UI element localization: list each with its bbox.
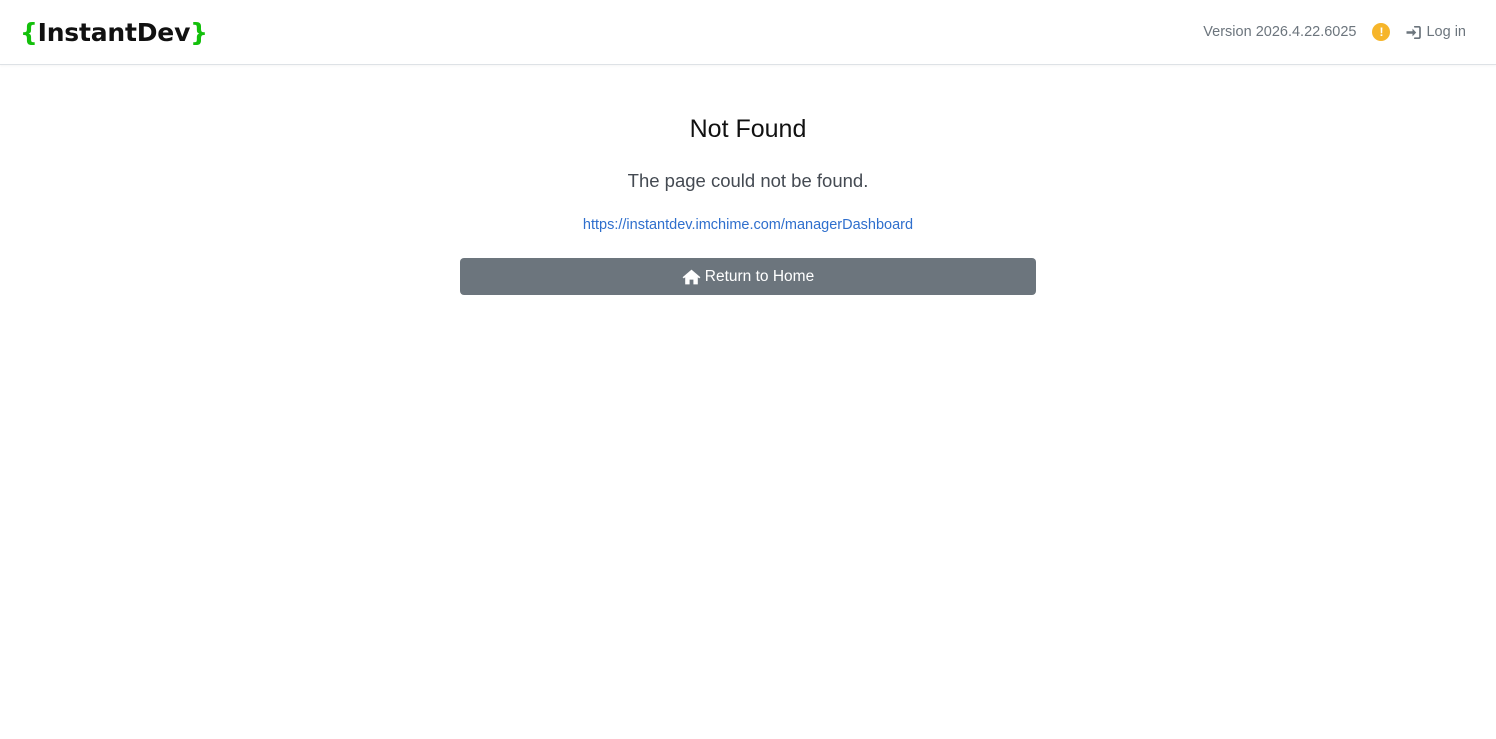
error-message: The page could not be found.	[627, 170, 869, 191]
requested-url-link[interactable]: https://instantdev.imchime.com/managerDa…	[583, 217, 913, 233]
brand-close-brace: }	[190, 18, 208, 47]
brand-logo[interactable]: {InstantDev}	[20, 14, 208, 52]
page-title: Not Found	[689, 115, 807, 143]
navbar-right: Version 2026.4.22.6025 ! Log in	[1203, 20, 1466, 44]
home-icon	[682, 269, 701, 284]
top-navbar: {InstantDev} Version 2026.4.22.6025 ! Lo…	[0, 0, 1496, 65]
brand-open-brace: {	[20, 18, 38, 47]
requested-url-container: https://instantdev.imchime.com/managerDa…	[0, 215, 1496, 235]
login-link[interactable]: Log in	[1406, 24, 1466, 40]
brand-name: InstantDev	[37, 18, 191, 47]
exclamation-circle-icon[interactable]: !	[1372, 23, 1391, 41]
sign-in-icon	[1406, 25, 1422, 39]
version-text: Version 2026.4.22.6025	[1203, 24, 1357, 40]
login-label: Log in	[1426, 24, 1466, 40]
return-home-label: Return to Home	[704, 267, 815, 285]
return-home-button[interactable]: Return to Home	[460, 258, 1036, 295]
